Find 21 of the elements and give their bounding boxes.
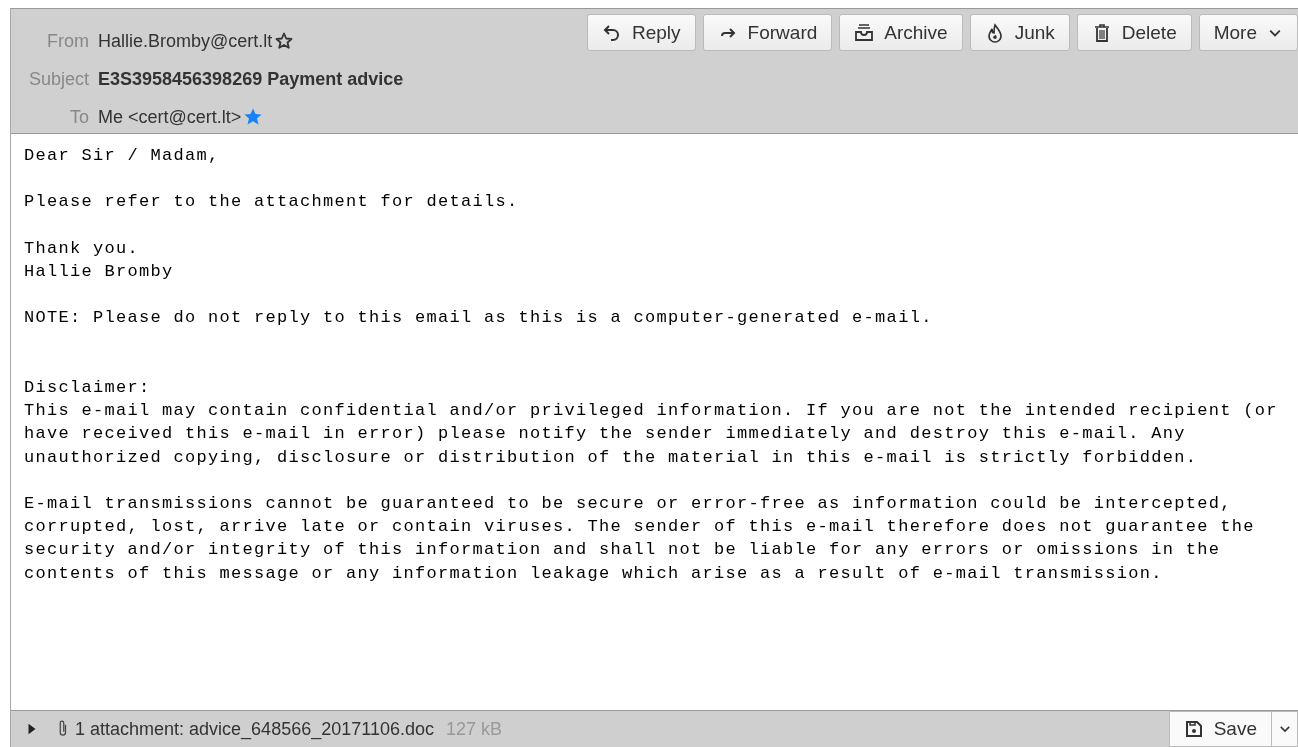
reply-icon (602, 22, 622, 43)
archive-icon (854, 22, 875, 43)
forward-button[interactable]: Forward (702, 14, 833, 51)
save-button[interactable]: Save (1168, 711, 1272, 747)
dropdown-button[interactable] (1272, 711, 1298, 747)
star-icon[interactable] (274, 31, 295, 51)
delete-button[interactable]: Delete (1076, 14, 1192, 51)
attachment-summary: 1 attachment: advice_648566_20171106.doc (75, 718, 434, 740)
field-value: Me <cert@cert.lt> (98, 106, 242, 128)
junk-button[interactable]: Junk (969, 14, 1070, 51)
message-text: Dear Sir / Madam, Please refer to the attachment for details. Thank you. Hallie Bromby NOTE: Please do not reply to this email as this is a computer-generated e-mail. Disclaimer: This e-mail may contain confidential and/or privileged information. If you are not the intended recipient (or have received this e-mail in error) please notify the sender immediately and destroy this e-mail. Any unauthorized copying, disclosure or distribution of the material in this e-mail is strictly forbidden. E-mail transmissions cannot be guaranteed to be secure or error-free as information could be intercepted, corrupted, lost, arrive late or contain viruses. The sender of this e-mail therefore does not guarantee the security and/or integrity of this information and shall not be liable for any errors or omissions in the contents of this message or any information leakage which arise as a result of e-mail transmission. (24, 145, 1279, 585)
field-label: To (69, 106, 89, 128)
more-button[interactable]: More (1198, 14, 1298, 51)
field-value: E3S3958456398269 Payment advice (98, 68, 404, 90)
field-label: From (46, 30, 89, 52)
reply-button[interactable]: Reply (587, 14, 696, 51)
star-icon[interactable] (243, 107, 264, 127)
save-icon (1183, 719, 1204, 739)
archive-button[interactable]: Archive (839, 14, 963, 51)
field-value: Hallie.Bromby@cert.lt (98, 30, 273, 52)
field-label: Subject (27, 68, 89, 90)
